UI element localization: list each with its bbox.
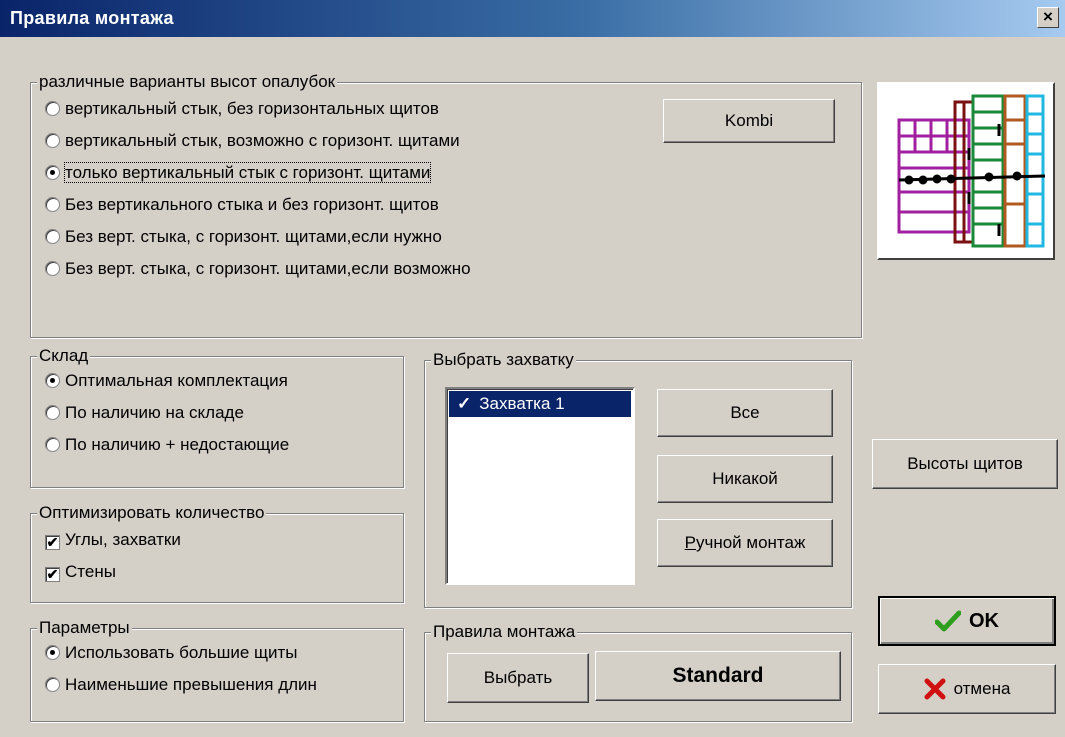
list-item[interactable]: ✓ Захватка 1 bbox=[449, 391, 631, 417]
sklad-option-stock[interactable]: По наличию на складе bbox=[45, 401, 244, 425]
params-group: Параметры Использовать большие щиты Наим… bbox=[30, 618, 404, 722]
sklad-option-optimal[interactable]: Оптимальная комплектация bbox=[45, 369, 288, 393]
check-walls[interactable]: ✔ Стены bbox=[45, 560, 116, 584]
optimize-quantity-group: Оптимизировать количество ✔ Углы, захватк… bbox=[30, 503, 404, 603]
heights-variants-group: различные варианты высот опалубок вертик… bbox=[30, 72, 862, 338]
radio-icon[interactable] bbox=[45, 405, 60, 420]
checkbox-checked-icon[interactable]: ✔ bbox=[45, 535, 60, 550]
height-option-5[interactable]: Без верт. стыка, с горизонт. щитами,если… bbox=[45, 225, 442, 249]
sklad-legend: Склад bbox=[37, 346, 91, 366]
zahvatka-legend: Выбрать захватку bbox=[431, 350, 576, 370]
panel-heights-button[interactable]: Высоты щитов bbox=[872, 439, 1058, 489]
sklad-group: Склад Оптимальная комплектация По наличи… bbox=[30, 346, 404, 488]
height-option-2[interactable]: вертикальный стык, возможно с горизонт. … bbox=[45, 129, 460, 153]
radio-icon[interactable] bbox=[45, 677, 60, 692]
rules-current-value[interactable]: Standard bbox=[595, 651, 841, 701]
window-title: Правила монтажа bbox=[10, 8, 174, 28]
assembly-rules-group: Правила монтажа Выбрать Standard bbox=[424, 622, 852, 722]
height-option-3[interactable]: только вертикальный стык с горизонт. щит… bbox=[45, 161, 432, 185]
select-none-button[interactable]: Никакой bbox=[657, 455, 833, 503]
cross-icon bbox=[924, 678, 946, 700]
title-bar[interactable]: Правила монтажа × bbox=[0, 0, 1065, 37]
height-option-4[interactable]: Без вертикального стыка и без горизонт. … bbox=[45, 193, 439, 217]
radio-selected-icon[interactable] bbox=[45, 645, 60, 660]
close-icon: × bbox=[1043, 7, 1053, 26]
params-legend: Параметры bbox=[37, 618, 132, 638]
formwork-preview-image bbox=[877, 82, 1055, 260]
cancel-button[interactable]: отмена bbox=[878, 664, 1056, 714]
zahvatka-listbox[interactable]: ✓ Захватка 1 bbox=[445, 387, 635, 585]
dialog-window: Правила монтажа × различные варианты выс… bbox=[0, 0, 1065, 737]
radio-icon[interactable] bbox=[45, 229, 60, 244]
height-option-1[interactable]: вертикальный стык, без горизонтальных щи… bbox=[45, 97, 439, 121]
rules-legend: Правила монтажа bbox=[431, 622, 578, 642]
kombi-button[interactable]: Kombi bbox=[663, 99, 835, 143]
params-option-large[interactable]: Использовать большие щиты bbox=[45, 641, 298, 665]
check-corners[interactable]: ✔ Углы, захватки bbox=[45, 528, 181, 552]
radio-selected-icon[interactable] bbox=[45, 373, 60, 388]
ok-button[interactable]: OK bbox=[878, 596, 1056, 646]
height-option-6[interactable]: Без верт. стыка, с горизонт. щитами,если… bbox=[45, 257, 471, 281]
heights-group-legend: различные варианты высот опалубок bbox=[37, 72, 338, 92]
formwork-panels-icon bbox=[897, 94, 1046, 248]
radio-icon[interactable] bbox=[45, 101, 60, 116]
checkbox-checked-icon[interactable]: ✔ bbox=[45, 567, 60, 582]
radio-icon[interactable] bbox=[45, 197, 60, 212]
sklad-option-stock-plus[interactable]: По наличию + недостающие bbox=[45, 433, 289, 457]
manual-assembly-button[interactable]: Ручной монтаж bbox=[657, 519, 833, 567]
radio-icon[interactable] bbox=[45, 133, 60, 148]
checkmark-icon: ✓ bbox=[457, 394, 472, 413]
choose-rules-button[interactable]: Выбрать bbox=[447, 653, 589, 703]
close-button[interactable]: × bbox=[1037, 7, 1059, 28]
select-all-button[interactable]: Все bbox=[657, 389, 833, 437]
params-option-least-excess[interactable]: Наименьшие превышения длин bbox=[45, 673, 317, 697]
radio-selected-icon[interactable] bbox=[45, 165, 60, 180]
radio-icon[interactable] bbox=[45, 261, 60, 276]
optimize-legend: Оптимизировать количество bbox=[37, 503, 267, 523]
zahvatka-group: Выбрать захватку ✓ Захватка 1 Все Никакой… bbox=[424, 350, 852, 608]
radio-icon[interactable] bbox=[45, 437, 60, 452]
checkmark-icon bbox=[935, 610, 961, 632]
